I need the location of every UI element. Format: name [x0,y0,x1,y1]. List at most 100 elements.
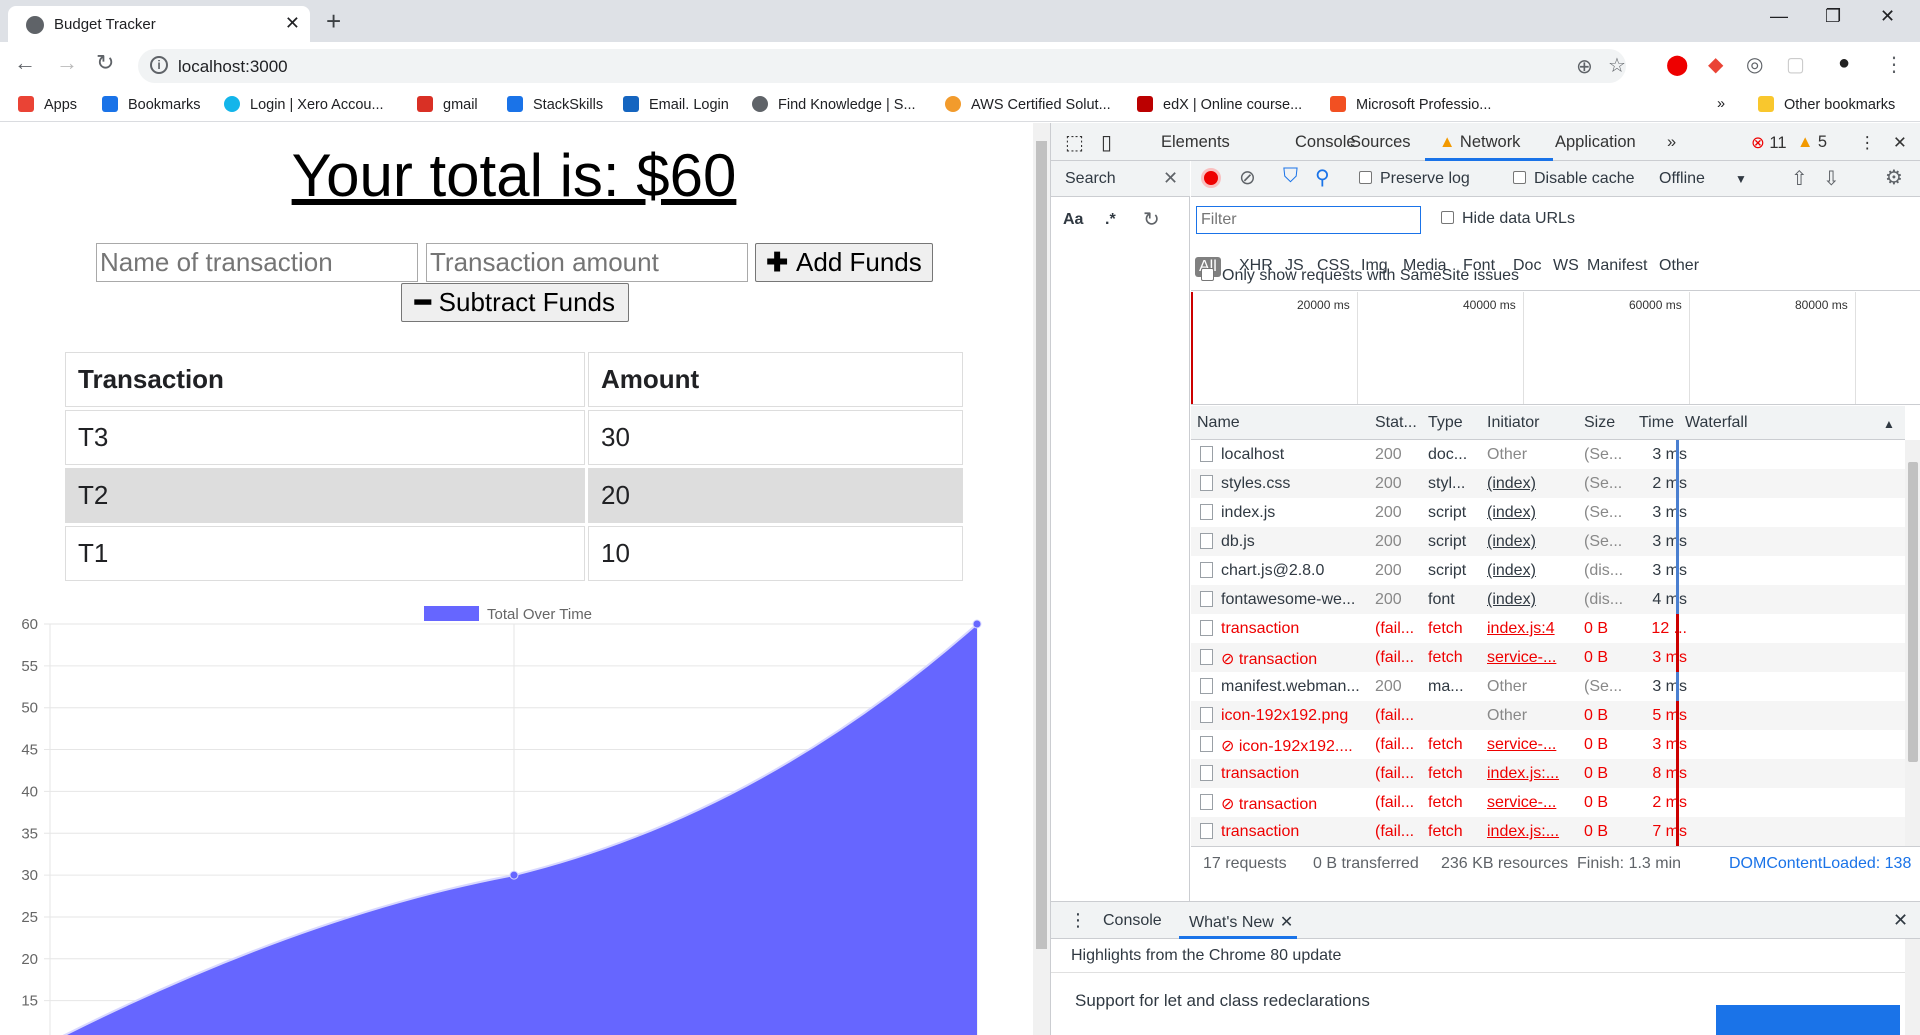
close-search-icon[interactable]: ✕ [1163,168,1178,189]
filter-type-ws[interactable]: WS [1553,257,1579,275]
bookmark-item[interactable]: edX | Online course... [1137,96,1302,113]
filter-input[interactable] [1196,206,1421,234]
bookmark-item[interactable]: AWS Certified Solut... [945,96,1111,113]
filter-type-manifest[interactable]: Manifest [1587,257,1647,275]
import-har-icon[interactable]: ⇧ [1791,166,1808,191]
request-row[interactable]: index.js 200 script (index) (Se... 3 ms [1191,498,1905,527]
error-counter[interactable]: ⊗ 11 [1751,133,1787,153]
address-bar[interactable]: i localhost:3000 ⊕ ☆ [138,49,1626,83]
record-icon[interactable] [1201,168,1221,188]
export-har-icon[interactable]: ⇩ [1823,166,1840,191]
request-initiator[interactable]: service-... [1487,649,1569,667]
requests-scrollbar[interactable] [1905,440,1920,846]
request-row[interactable]: ⊘ transaction (fail... fetch service-... 0 B… [1191,788,1905,817]
disable-cache-checkbox[interactable]: Disable cache [1513,170,1635,188]
window-close-icon[interactable]: ✕ [1880,6,1895,27]
info-icon[interactable]: i [150,56,168,74]
extension-icon[interactable]: ◆ [1708,52,1723,77]
request-initiator[interactable]: (index) [1487,475,1569,493]
bookmark-star-icon[interactable]: ☆ [1608,53,1626,78]
page-scrollbar[interactable] [1033,123,1050,1035]
throttling-select[interactable]: Offline ▼ [1659,170,1747,188]
request-initiator[interactable]: service-... [1487,794,1569,812]
bookmark-item[interactable]: Microsoft Professio... [1330,96,1491,113]
filter-type-other[interactable]: Other [1659,257,1699,275]
clear-icon[interactable]: ⊘ [1239,165,1256,190]
request-row[interactable]: icon-192x192.png (fail... Other 0 B 5 ms [1191,701,1905,730]
minimize-icon[interactable]: — [1770,6,1788,27]
bookmark-item[interactable]: Email. Login [623,96,729,113]
tab-elements[interactable]: Elements [1161,133,1230,152]
new-tab-button[interactable]: + [326,6,341,37]
match-case-toggle[interactable]: Aa [1063,211,1083,229]
settings-gear-icon[interactable]: ⚙ [1885,165,1903,190]
browser-tab[interactable]: Budget Tracker ✕ [8,6,310,42]
request-row[interactable]: transaction (fail... fetch index.js:4 0 B 12 … [1191,614,1905,643]
regex-toggle[interactable]: .* [1105,211,1116,229]
column-header-status[interactable]: Stat... [1375,414,1417,432]
request-row[interactable]: db.js 200 script (index) (Se... 3 ms [1191,527,1905,556]
bookmark-item[interactable]: Login | Xero Accou... [224,96,384,113]
request-row[interactable]: ⊘ icon-192x192.... (fail... fetch service-.… [1191,730,1905,759]
other-bookmarks[interactable]: Other bookmarks [1758,96,1895,113]
device-toolbar-icon[interactable]: ▯ [1101,130,1112,155]
request-initiator[interactable]: index.js:... [1487,765,1569,783]
forward-icon[interactable]: → [56,50,78,76]
opera-extension-icon[interactable]: ⬤ [1666,52,1688,77]
request-initiator[interactable]: service-... [1487,736,1569,754]
maximize-icon[interactable]: ❐ [1825,6,1841,27]
add-funds-button[interactable]: ✚ Add Funds [755,243,933,282]
bookmarks-overflow[interactable]: » [1717,96,1725,112]
close-drawer-icon[interactable]: ✕ [1893,910,1908,931]
tab-application[interactable]: Application [1555,133,1636,152]
extension-icon[interactable]: ◎ [1746,52,1763,77]
request-initiator[interactable]: index.js:4 [1487,620,1569,638]
column-header-waterfall[interactable]: Waterfall [1685,414,1748,432]
tab-console[interactable]: Console [1295,133,1356,152]
request-row[interactable]: styles.css 200 styl... (index) (Se... 2 ms [1191,469,1905,498]
request-row[interactable]: manifest.webman... 200 ma... Other (Se... 3 m… [1191,672,1905,701]
refresh-search-icon[interactable]: ↻ [1143,207,1160,232]
page-scrollbar-thumb[interactable] [1036,141,1047,949]
close-drawer-tab-icon[interactable]: ✕ [1280,914,1293,931]
bookmark-item[interactable]: gmail [417,96,478,113]
zoom-icon[interactable]: ⊕ [1576,54,1593,79]
checkbox[interactable] [1201,268,1214,281]
checkbox[interactable] [1441,211,1454,224]
transaction-name-input[interactable] [96,243,418,282]
profile-avatar[interactable]: ● [1838,52,1850,75]
hide-data-urls-checkbox[interactable]: Hide data URLs [1441,210,1575,228]
bookmark-apps[interactable]: Apps [18,96,77,113]
request-row[interactable]: fontawesome-we... 200 font (index) (dis... 4 … [1191,585,1905,614]
request-row[interactable]: ⊘ transaction (fail... fetch service-... 0 B… [1191,643,1905,672]
menu-icon[interactable]: ⋮ [1884,52,1904,77]
drawer-tab-console[interactable]: Console [1103,912,1162,930]
requests-scrollbar-thumb[interactable] [1908,462,1918,762]
column-header-size[interactable]: Size [1584,414,1615,432]
extension-icon[interactable]: ▢ [1786,52,1805,77]
request-initiator[interactable]: (index) [1487,533,1569,551]
request-initiator[interactable]: (index) [1487,591,1569,609]
column-header-type[interactable]: Type [1428,414,1463,432]
request-row[interactable]: transaction (fail... fetch index.js:... 0 B 8… [1191,759,1905,788]
request-row[interactable]: localhost 200 doc... Other (Se... 3 ms [1191,440,1905,469]
drawer-menu-icon[interactable]: ⋮ [1069,910,1087,931]
devtools-menu-icon[interactable]: ⋮ [1859,133,1876,153]
checkbox[interactable] [1513,171,1526,184]
column-header-name[interactable]: Name [1197,414,1240,432]
column-header-initiator[interactable]: Initiator [1487,414,1539,432]
sort-up-icon[interactable]: ▲ [1883,417,1895,431]
transaction-amount-input[interactable] [426,243,748,282]
samesite-checkbox[interactable]: Only show requests with SameSite issues [1201,267,1519,285]
bookmark-item[interactable]: Find Knowledge | S... [752,96,916,113]
bookmark-item[interactable]: StackSkills [507,96,603,113]
more-tabs-icon[interactable]: » [1667,133,1676,152]
preserve-log-checkbox[interactable]: Preserve log [1359,170,1470,188]
drawer-scrollbar[interactable] [1905,939,1920,1035]
bookmark-item[interactable]: Bookmarks [102,96,201,113]
request-row[interactable]: chart.js@2.8.0 200 script (index) (dis... 3 m… [1191,556,1905,585]
filter-icon[interactable]: ⛉ [1283,165,1298,188]
inspect-element-icon[interactable]: ⬚ [1065,130,1084,155]
warning-counter[interactable]: ▲ 5 [1797,133,1827,152]
tab-sources[interactable]: Sources [1350,133,1411,152]
